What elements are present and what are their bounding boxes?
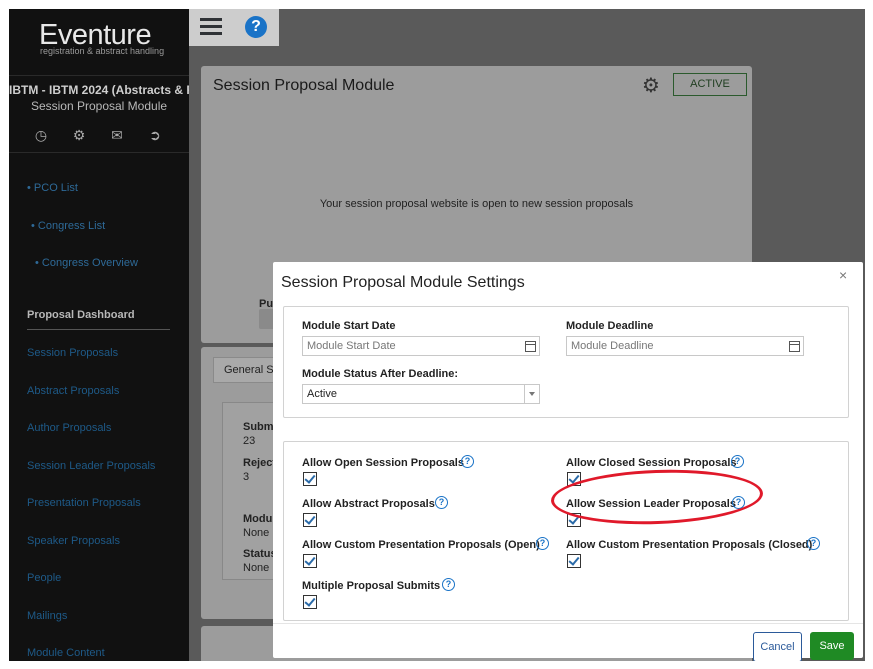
sidebar-item-people[interactable]: People xyxy=(27,572,61,584)
hamburger-menu-icon[interactable] xyxy=(200,18,222,36)
sidebar-section-title: Proposal Dashboard xyxy=(27,309,135,321)
option-label-open-session: Allow Open Session Proposals xyxy=(302,457,464,469)
status-after-deadline-label: Module Status After Deadline: xyxy=(302,368,459,380)
option-label-multiple-submits: Multiple Proposal Submits xyxy=(302,580,441,592)
sidebar-item-session-leader-proposals[interactable]: Session Leader Proposals xyxy=(27,460,155,472)
checkbox-custom-open[interactable] xyxy=(303,554,317,568)
sidebar-item-speaker-proposals[interactable]: Speaker Proposals xyxy=(27,535,120,547)
sidebar-item-author-proposals[interactable]: Author Proposals xyxy=(27,422,111,434)
help-icon[interactable]: ? xyxy=(442,578,455,591)
help-icon[interactable]: ? xyxy=(536,537,549,550)
checkbox-abstract[interactable] xyxy=(303,513,317,527)
help-icon[interactable]: ? xyxy=(732,496,745,509)
modal-title: Session Proposal Module Settings xyxy=(281,274,525,291)
stat-value: 3 xyxy=(243,471,250,483)
settings-gear-icon[interactable]: ⚙ xyxy=(642,73,660,98)
stat-label: Modul xyxy=(243,513,276,525)
option-label-abstract: Allow Abstract Proposals xyxy=(302,498,435,510)
date-settings-box: Module Start Date Module Start Date Modu… xyxy=(283,306,849,418)
calendar-icon[interactable] xyxy=(525,341,536,352)
topbar: ? xyxy=(189,9,279,46)
settings-modal: Session Proposal Module Settings × Modul… xyxy=(273,262,863,661)
app-window: Eventure registration & abstract handlin… xyxy=(9,9,865,661)
sidebar-link-congress-overview[interactable]: • Congress Overview xyxy=(35,257,138,269)
checkbox-session-leader[interactable] xyxy=(567,513,581,527)
sidebar-item-mailings[interactable]: Mailings xyxy=(27,610,67,622)
status-select-value: Active xyxy=(307,388,337,400)
stat-value: None xyxy=(243,562,270,574)
option-label-custom-closed: Allow Custom Presentation Proposals (Clo… xyxy=(566,539,813,551)
stat-value: None xyxy=(243,527,270,539)
stat-label: Reject xyxy=(243,457,277,469)
sidebar-link-congress-list[interactable]: • Congress List xyxy=(31,220,105,232)
start-date-label: Module Start Date xyxy=(302,320,396,332)
checkbox-multiple-submits[interactable] xyxy=(303,595,317,609)
option-label-session-leader: Allow Session Leader Proposals xyxy=(566,498,736,510)
sidebar-divider xyxy=(9,75,189,76)
logout-icon[interactable]: ➲ xyxy=(147,127,163,143)
project-name: IBTM - IBTM 2024 (Abstracts & Par... xyxy=(9,83,189,97)
option-label-closed-session: Allow Closed Session Proposals xyxy=(566,457,737,469)
checkbox-closed-session[interactable] xyxy=(567,472,581,486)
help-icon[interactable]: ? xyxy=(435,496,448,509)
sidebar-divider xyxy=(9,152,189,153)
sidebar-item-session-proposals[interactable]: Session Proposals xyxy=(27,347,118,359)
checkbox-open-session[interactable] xyxy=(303,472,317,486)
sidebar: Eventure registration & abstract handlin… xyxy=(9,9,189,661)
sidebar-item-module-content[interactable]: Module Content xyxy=(27,647,105,659)
checkbox-custom-closed[interactable] xyxy=(567,554,581,568)
start-date-input[interactable]: Module Start Date xyxy=(302,336,540,356)
start-date-placeholder: Module Start Date xyxy=(307,340,396,352)
help-icon[interactable]: ? xyxy=(731,455,744,468)
deadline-input[interactable]: Module Deadline xyxy=(566,336,804,356)
chevron-down-icon xyxy=(524,385,539,403)
deadline-label: Module Deadline xyxy=(566,320,654,332)
mail-icon[interactable]: ✉ xyxy=(109,127,125,143)
save-button[interactable]: Save xyxy=(810,632,854,660)
help-icon[interactable]: ? xyxy=(461,455,474,468)
option-label-custom-open: Allow Custom Presentation Proposals (Ope… xyxy=(302,539,540,551)
sidebar-item-presentation-proposals[interactable]: Presentation Proposals xyxy=(27,497,141,509)
sidebar-section-divider xyxy=(27,329,170,330)
stat-label: Status xyxy=(243,548,277,560)
status-message: Your session proposal website is open to… xyxy=(319,198,634,210)
stat-label: Submi xyxy=(243,421,277,433)
calendar-icon[interactable] xyxy=(789,341,800,352)
status-badge: ACTIVE xyxy=(673,73,747,96)
cancel-button[interactable]: Cancel xyxy=(753,632,802,661)
help-icon[interactable]: ? xyxy=(807,537,820,550)
proposal-options-box: Allow Open Session Proposals ? Allow Clo… xyxy=(283,441,849,621)
clock-icon[interactable]: ◷ xyxy=(33,127,49,143)
module-name: Session Proposal Module xyxy=(30,99,168,113)
deadline-placeholder: Module Deadline xyxy=(571,340,654,352)
page-title: Session Proposal Module xyxy=(213,77,395,94)
sidebar-item-abstract-proposals[interactable]: Abstract Proposals xyxy=(27,385,119,397)
sidebar-toolbar: ◷ ⚙ ✉ ➲ xyxy=(33,127,163,143)
gear-icon[interactable]: ⚙ xyxy=(71,127,87,143)
sidebar-link-pco-list[interactable]: • PCO List xyxy=(27,182,78,194)
modal-footer-divider xyxy=(273,623,863,624)
help-icon[interactable]: ? xyxy=(245,16,267,38)
logo-subtitle: registration & abstract handling xyxy=(40,46,165,56)
close-icon[interactable]: × xyxy=(839,267,847,283)
status-after-deadline-select[interactable]: Active xyxy=(302,384,540,404)
stat-value: 23 xyxy=(243,435,256,447)
